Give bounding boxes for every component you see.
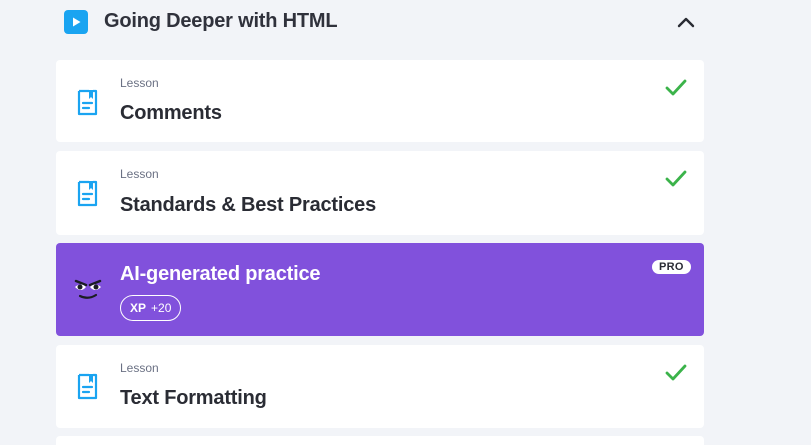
checkmark-icon [664, 363, 688, 383]
document-icon [76, 179, 100, 209]
lesson-title: Comments [120, 102, 222, 124]
lesson-title: Standards & Best Practices [120, 194, 377, 216]
pro-badge: PRO [652, 260, 691, 274]
document-icon [76, 372, 100, 402]
lesson-card-text-formatting[interactable]: Lesson Text Formatting [56, 345, 704, 428]
checkmark-icon [664, 78, 688, 98]
section-title: Going Deeper with HTML [104, 10, 338, 32]
ai-practice-title: AI-generated practice [120, 263, 321, 285]
xp-reward-pill: XP +20 [120, 295, 182, 321]
lesson-title: Text Formatting [120, 387, 267, 409]
play-icon [64, 10, 88, 34]
xp-value: +20 [151, 301, 172, 315]
lesson-card-next[interactable] [56, 436, 704, 445]
robot-face-icon [72, 275, 104, 303]
lesson-card-comments[interactable]: Lesson Comments [56, 60, 704, 142]
chevron-up-icon[interactable] [674, 10, 698, 34]
lesson-kind: Lesson [120, 167, 159, 181]
document-icon [76, 88, 100, 118]
lesson-kind: Lesson [120, 361, 159, 375]
lesson-card-standards[interactable]: Lesson Standards & Best Practices [56, 151, 704, 235]
section-header[interactable]: Going Deeper with HTML [56, 0, 704, 44]
checkmark-icon [664, 169, 688, 189]
xp-label: XP [130, 301, 147, 315]
ai-practice-card[interactable]: AI-generated practice PRO XP +20 [56, 243, 704, 336]
lesson-kind: Lesson [120, 76, 159, 90]
